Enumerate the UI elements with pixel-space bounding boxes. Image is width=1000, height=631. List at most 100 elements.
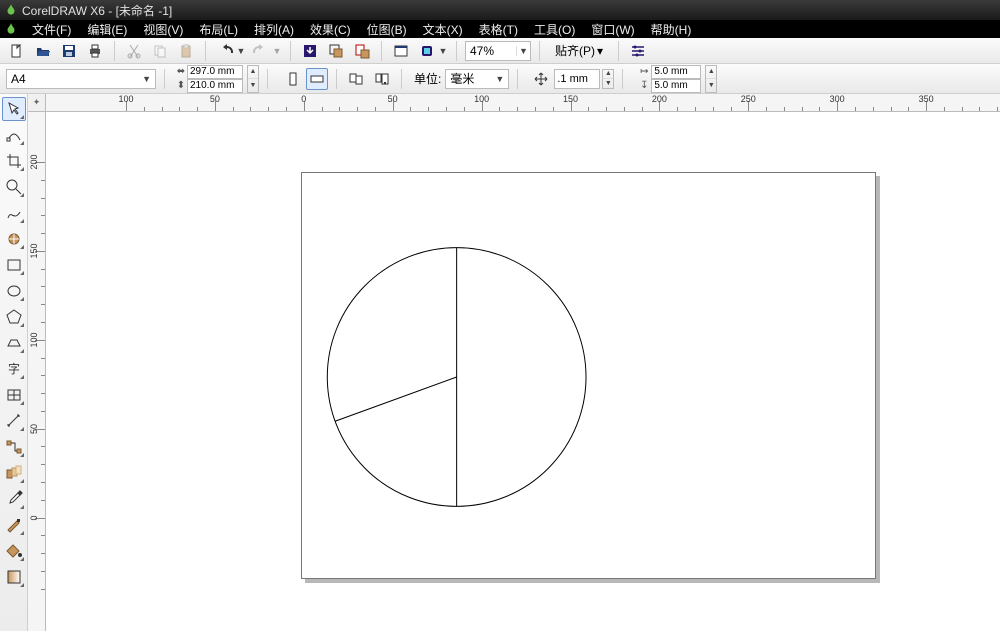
basic-shapes-tool[interactable] [2,331,26,355]
text-tool[interactable]: 字 [2,357,26,381]
dup-spinner[interactable]: ▲▼ [705,65,717,93]
dup-x-input[interactable] [651,65,701,79]
separator [336,69,337,89]
vertical-ruler[interactable]: 200150100500 [28,112,46,631]
horizontal-ruler[interactable]: 10050050100150200250300350400 [46,94,1000,112]
snap-to-button[interactable]: 贴齐(P) ▾ [548,40,610,62]
import-button[interactable] [299,40,321,62]
menu-view[interactable]: 视图(V) [135,20,191,38]
ruler-h-label: 300 [830,94,845,104]
page [301,172,876,579]
separator [267,69,268,89]
current-page-button[interactable] [371,68,393,90]
ruler-origin[interactable]: ✦ [28,94,46,112]
ruler-v-label: 0 [29,515,39,520]
portrait-button[interactable] [282,68,304,90]
interactive-blend-tool[interactable] [2,461,26,485]
paste-icon-button[interactable] [175,40,197,62]
ruler-v-label: 100 [29,332,39,347]
menu-text[interactable]: 文本(X) [415,20,471,38]
ruler-h-label: 200 [652,94,667,104]
ruler-h-label: 50 [210,94,220,104]
smart-fill-tool[interactable] [2,227,26,251]
separator [622,69,623,89]
zoom-tool[interactable] [2,175,26,199]
separator [517,69,518,89]
menu-tools[interactable]: 工具(O) [526,20,583,38]
publish-pdf-button[interactable] [351,40,373,62]
menu-window[interactable]: 窗口(W) [583,20,642,38]
window-title: CorelDRAW X6 - [未命名 -1] [22,2,172,19]
menu-help[interactable]: 帮助(H) [643,20,700,38]
menu-bitmap[interactable]: 位图(B) [359,20,415,38]
paper-size-value: A4 [11,72,26,86]
ruler-h-label: 150 [563,94,578,104]
unit-caret: ▼ [495,74,504,84]
polygon-tool[interactable] [2,305,26,329]
paper-size-combo[interactable]: A4 ▼ [6,69,156,89]
all-pages-button[interactable] [345,68,367,90]
zoom-dropdown-caret[interactable]: ▼ [516,46,530,56]
interactive-fill-tool[interactable] [2,565,26,589]
corel-leaf-icon [4,22,18,36]
page-dim-spinner[interactable]: ▲▼ [247,65,259,93]
zoom-combo[interactable]: ▼ [465,41,531,61]
dup-y-input[interactable] [651,79,701,93]
menu-arrange[interactable]: 排列(A) [246,20,302,38]
page-height-input[interactable] [187,79,243,93]
cut-button[interactable] [123,40,145,62]
redo-dropdown[interactable]: ▼ [272,46,282,56]
snap-to-caret: ▾ [597,44,603,58]
fullscreen-button[interactable] [390,40,412,62]
workspace[interactable]: ✦ 10050050100150200250300350400 20015010… [28,94,1000,631]
nudge-input[interactable] [554,69,600,89]
dimension-tool[interactable] [2,409,26,433]
undo-dropdown[interactable]: ▼ [236,46,246,56]
options-button[interactable] [627,40,649,62]
menu-table[interactable]: 表格(T) [471,20,526,38]
new-button[interactable] [6,40,28,62]
eyedropper-tool[interactable] [2,487,26,511]
separator [401,69,402,89]
nudge-spinner[interactable]: ▲▼ [602,69,614,89]
export-button[interactable] [325,40,347,62]
crop-tool[interactable] [2,149,26,173]
svg-text:字: 字 [8,361,20,376]
outline-tool[interactable] [2,513,26,537]
redo-button[interactable] [250,40,272,62]
separator [164,69,165,89]
snap-to-label: 贴齐(P) [555,42,595,59]
standard-toolbar: ▼ ▼ ▼ ▼ 贴齐(P) ▾ [0,38,1000,64]
save-button[interactable] [58,40,80,62]
separator [381,41,382,61]
orientation-group [282,68,328,90]
canvas[interactable] [46,112,1000,631]
ruler-v-label: 150 [29,243,39,258]
ellipse-tool[interactable] [2,279,26,303]
app-launcher-dropdown[interactable]: ▼ [438,46,448,56]
menu-effects[interactable]: 效果(C) [302,20,359,38]
menu-file[interactable]: 文件(F) [24,20,79,38]
rectangle-tool[interactable] [2,253,26,277]
connector-tool[interactable] [2,435,26,459]
table-tool[interactable] [2,383,26,407]
ruler-v-label: 200 [29,154,39,169]
fill-tool[interactable] [2,539,26,563]
open-button[interactable] [32,40,54,62]
unit-combo[interactable]: 毫米 ▼ [445,69,509,89]
freehand-tool[interactable] [2,201,26,225]
menu-edit[interactable]: 编辑(E) [79,20,135,38]
copy-button[interactable] [149,40,171,62]
menu-layout[interactable]: 布局(L) [191,20,246,38]
print-button[interactable] [84,40,106,62]
unit-label: 单位: [414,70,441,87]
shape-tool[interactable] [2,123,26,147]
landscape-button[interactable] [306,68,328,90]
zoom-input[interactable] [466,44,516,58]
page-width-input[interactable] [187,65,243,79]
separator [618,41,619,61]
undo-button[interactable] [214,40,236,62]
dup-y-icon: ↧ [637,80,651,91]
pick-tool[interactable] [2,97,26,121]
app-launcher-button[interactable] [416,40,438,62]
